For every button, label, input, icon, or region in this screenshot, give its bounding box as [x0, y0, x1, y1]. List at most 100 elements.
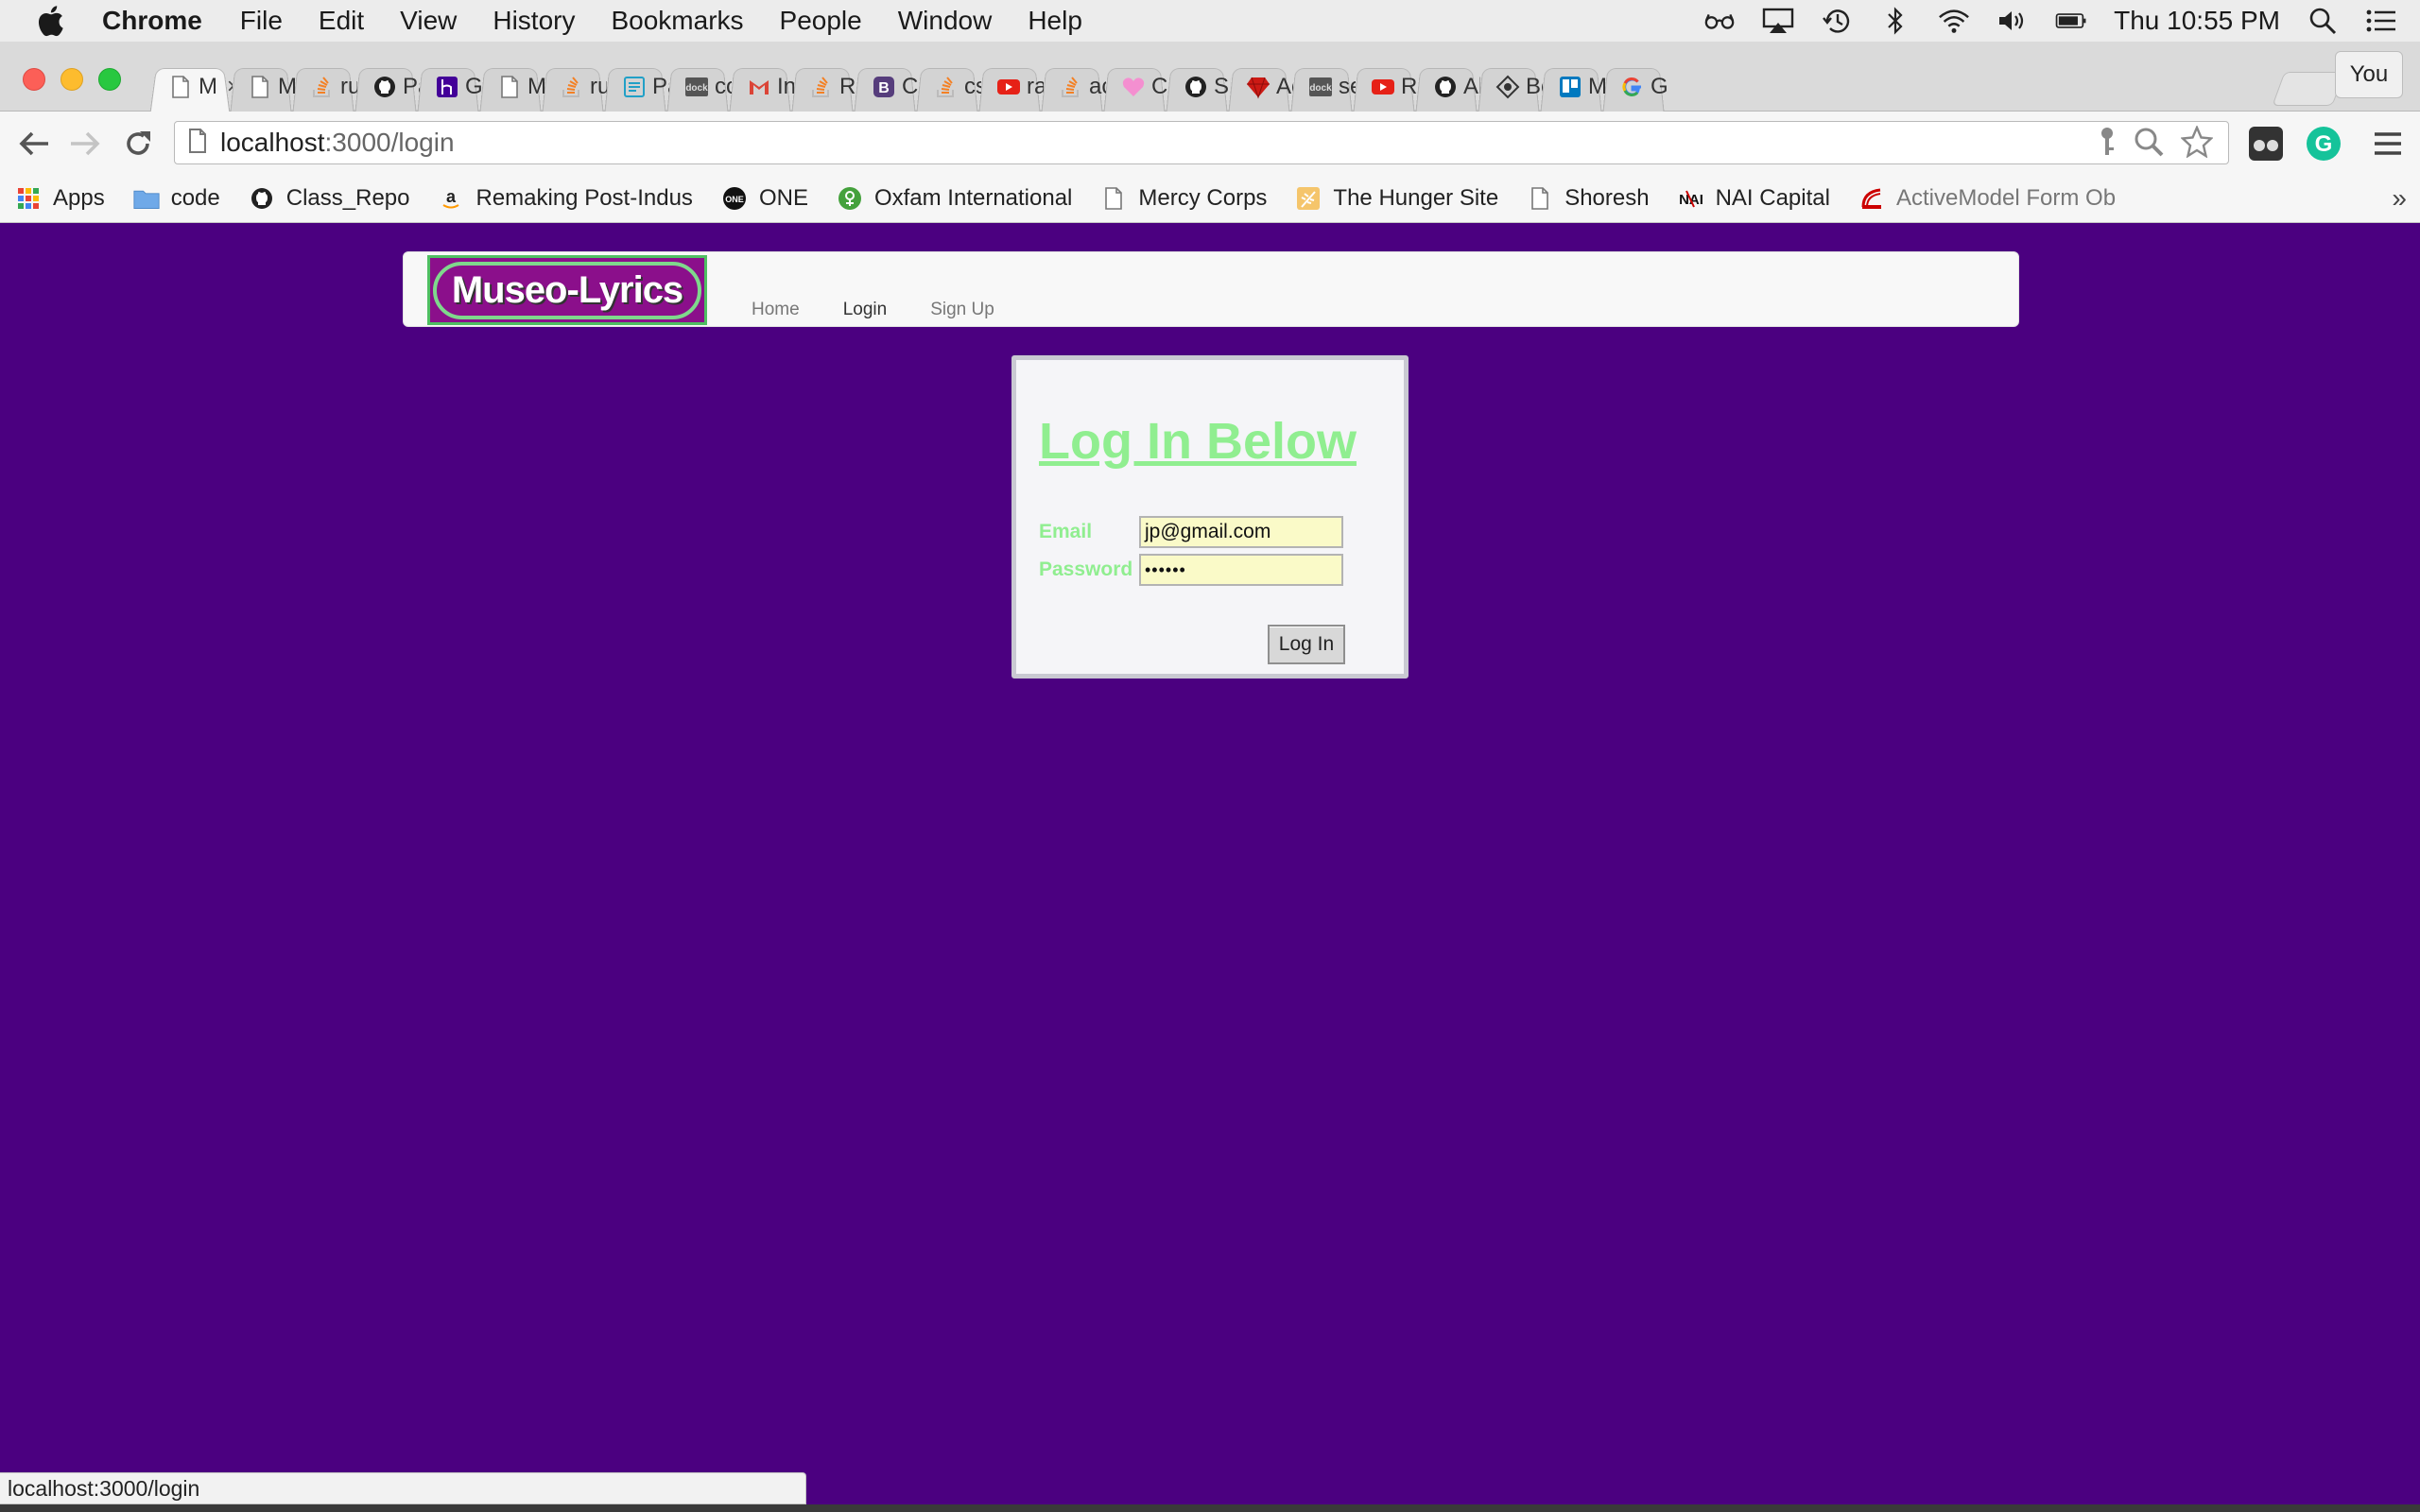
apple-icon[interactable]: [36, 5, 72, 37]
bookmark-item[interactable]: ONE ONE: [721, 185, 808, 212]
browser-tab[interactable]: Ra: [1350, 62, 1418, 112]
wifi-icon[interactable]: [1938, 7, 1970, 35]
tab-title: M: [199, 74, 217, 99]
brand-logo[interactable]: Museo-Lyrics: [427, 255, 707, 325]
time-machine-icon[interactable]: [1821, 7, 1853, 35]
stackoverflow-icon: [560, 75, 584, 99]
svg-text:B: B: [878, 80, 890, 96]
bookmark-star-icon[interactable]: [2180, 124, 2214, 163]
browser-tab[interactable]: Mu: [1537, 62, 1605, 112]
browser-tab[interactable]: Mu: [227, 62, 295, 112]
bookmark-item[interactable]: NAI NAI Capital: [1678, 185, 1830, 212]
log-in-button[interactable]: Log In: [1268, 625, 1345, 664]
youtube-icon: [1371, 75, 1395, 99]
menu-app-name[interactable]: Chrome: [102, 6, 202, 36]
bookmark-item[interactable]: Oxfam International: [837, 185, 1072, 212]
chrome-menu-icon[interactable]: [2367, 123, 2409, 164]
password-label: Password: [1039, 558, 1133, 580]
page-info-icon[interactable]: [188, 128, 207, 158]
menu-view[interactable]: View: [400, 6, 457, 36]
bluetooth-icon[interactable]: [1879, 7, 1911, 35]
browser-tab[interactable]: SE: [1163, 62, 1231, 112]
tab-title: Cr: [1151, 74, 1168, 99]
tab-title: rul: [340, 74, 357, 99]
google-icon: [1620, 75, 1645, 99]
zoom-icon[interactable]: [2134, 127, 2164, 162]
profile-button[interactable]: You: [2335, 51, 2403, 98]
nav-link-login[interactable]: Login: [843, 300, 888, 320]
notification-center-icon[interactable]: [2365, 7, 2397, 35]
reload-icon[interactable]: [117, 123, 159, 164]
browser-tab[interactable]: M×: [147, 62, 233, 112]
browser-tab[interactable]: Pa: [601, 62, 669, 112]
browser-tab[interactable]: B Co: [851, 62, 919, 112]
tab-title: Ge: [465, 74, 482, 99]
dock-icon: dock: [684, 75, 709, 99]
browser-tab[interactable]: cs: [913, 62, 981, 112]
battery-icon[interactable]: [2055, 7, 2087, 35]
back-arrow-icon[interactable]: [13, 123, 55, 164]
brand-name: Museo-Lyrics: [432, 261, 702, 319]
browser-tab[interactable]: rul: [289, 62, 357, 112]
gmail-icon: [747, 75, 771, 99]
menu-bar-clock[interactable]: Thu 10:55 PM: [2114, 6, 2280, 36]
forward-arrow-icon[interactable]: [64, 123, 106, 164]
bookmark-item[interactable]: a Remaking Post-Indus: [438, 185, 693, 212]
address-bar[interactable]: localhost:3000/login: [174, 121, 2229, 164]
browser-tab[interactable]: Cr: [1100, 62, 1168, 112]
browser-tab[interactable]: dockse: [1288, 62, 1356, 112]
one-icon: ONE: [721, 185, 748, 212]
menu-window[interactable]: Window: [898, 6, 993, 36]
tab-title: Pa: [652, 74, 669, 99]
browser-tab[interactable]: rul: [539, 62, 607, 112]
close-window-button[interactable]: [23, 68, 45, 91]
bookmark-item[interactable]: ActiveModel Form Ob: [1858, 185, 2116, 212]
volume-icon[interactable]: [1996, 7, 2029, 35]
browser-tab[interactable]: Go: [1599, 62, 1668, 112]
browser-tab[interactable]: ac: [1038, 62, 1106, 112]
glasses-icon[interactable]: [1703, 7, 1736, 35]
password-field[interactable]: ••••••: [1139, 554, 1343, 586]
browser-tab[interactable]: Ru: [788, 62, 856, 112]
address-url[interactable]: localhost:3000/login: [220, 128, 455, 158]
bookmarks-overflow-chevron-icon[interactable]: »: [2392, 183, 2407, 214]
bookmark-item[interactable]: The Hunger Site: [1295, 185, 1498, 212]
nav-link-home[interactable]: Home: [752, 300, 800, 320]
bookmark-item[interactable]: Apps: [15, 185, 105, 212]
menu-people[interactable]: People: [780, 6, 862, 36]
browser-tab[interactable]: Ge: [414, 62, 482, 112]
key-icon[interactable]: [2098, 127, 2117, 162]
github-icon: [1184, 75, 1208, 99]
extension-glasses-icon[interactable]: [2245, 123, 2287, 164]
minimize-window-button[interactable]: [60, 68, 83, 91]
browser-tab[interactable]: Inb: [726, 62, 794, 112]
browser-tab[interactable]: Bo: [1475, 62, 1543, 112]
browser-tab[interactable]: Mu: [476, 62, 544, 112]
bookmark-item[interactable]: Mercy Corps: [1100, 185, 1267, 212]
browser-tab[interactable]: Al: [1412, 62, 1480, 112]
bookmark-item[interactable]: Class_Repo: [249, 185, 409, 212]
bookmark-item[interactable]: Shoresh: [1527, 184, 1650, 212]
tab-title: cs: [964, 74, 981, 99]
tab-title: Co: [902, 74, 919, 99]
menu-file[interactable]: File: [240, 6, 283, 36]
tab-title: SE: [1214, 74, 1231, 99]
bookmark-item[interactable]: code: [133, 185, 220, 212]
menu-bookmarks[interactable]: Bookmarks: [611, 6, 743, 36]
airplay-icon[interactable]: [1762, 7, 1794, 35]
email-field[interactable]: jp@gmail.com: [1139, 516, 1343, 548]
nav-link-sign-up[interactable]: Sign Up: [930, 300, 994, 320]
spotlight-search-icon[interactable]: [2307, 7, 2339, 35]
browser-tab[interactable]: rat: [976, 62, 1044, 112]
new-tab-button[interactable]: [2272, 72, 2345, 106]
menu-edit[interactable]: Edit: [319, 6, 364, 36]
browser-tab[interactable]: Ac: [1225, 62, 1293, 112]
zoom-window-button[interactable]: [98, 68, 121, 91]
close-tab-icon[interactable]: ×: [227, 74, 233, 100]
browser-tab[interactable]: Pa: [352, 62, 420, 112]
browser-tab[interactable]: dockco: [664, 62, 732, 112]
menu-history[interactable]: History: [493, 6, 575, 36]
bookmark-label: Shoresh: [1564, 184, 1650, 211]
menu-help[interactable]: Help: [1028, 6, 1082, 36]
grammarly-icon[interactable]: G: [2303, 123, 2344, 164]
